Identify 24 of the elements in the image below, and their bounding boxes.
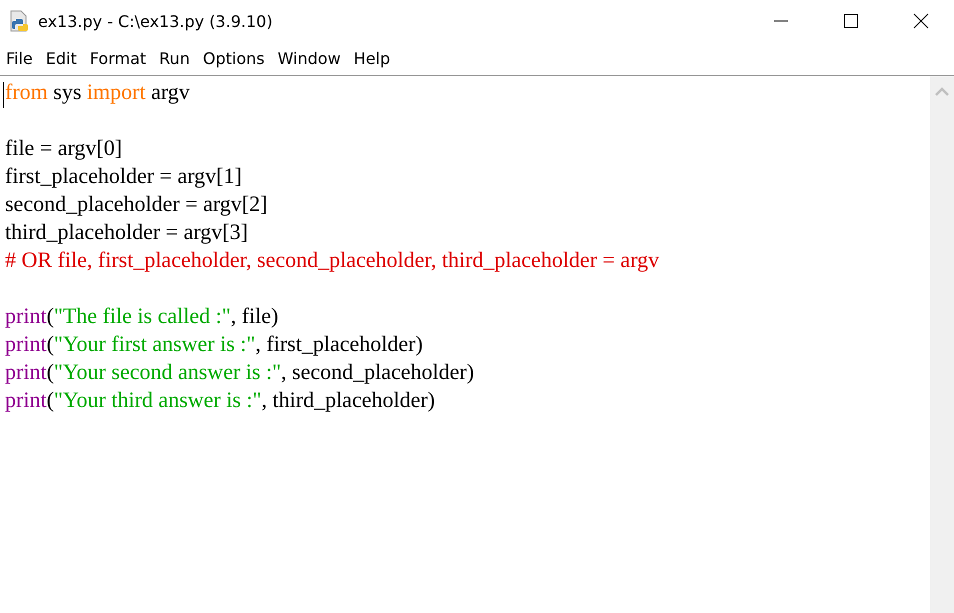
code-line: from sys import argv: [5, 79, 190, 104]
code-line: print("Your first answer is :", first_placeholder): [5, 331, 423, 356]
code-line: third_placeholder = argv[3]: [5, 219, 248, 244]
menu-item[interactable]: Edit: [40, 49, 84, 68]
menu-item[interactable]: Run: [153, 49, 197, 68]
python-file-icon: [8, 10, 30, 32]
menu-item[interactable]: Help: [348, 49, 398, 68]
minimize-icon: [773, 20, 789, 22]
menu-item[interactable]: Options: [196, 49, 272, 68]
code-line: print("Your second answer is :", second_placeholder): [5, 359, 474, 384]
code-line: print("The file is called :", file): [5, 303, 278, 328]
menu-item[interactable]: Window: [272, 49, 348, 68]
code-line: second_placeholder = argv[2]: [5, 191, 268, 216]
scrollbar[interactable]: [930, 76, 954, 613]
text-cursor: [3, 82, 4, 108]
menu-item[interactable]: Format: [84, 49, 154, 68]
menu-item[interactable]: File: [0, 49, 40, 68]
code-line: print("Your third answer is :", third_placeholder): [5, 387, 436, 412]
code-line: # OR file, first_placeholder, second_placeholder, third_placeholder = argv: [5, 247, 660, 272]
code-line: first_placeholder = argv[1]: [5, 163, 242, 188]
close-icon: [913, 13, 929, 29]
maximize-icon: [843, 13, 859, 29]
window-title: ex13.py - C:\ex13.py (3.9.10): [38, 12, 274, 30]
code-line: file = argv[0]: [5, 135, 122, 160]
